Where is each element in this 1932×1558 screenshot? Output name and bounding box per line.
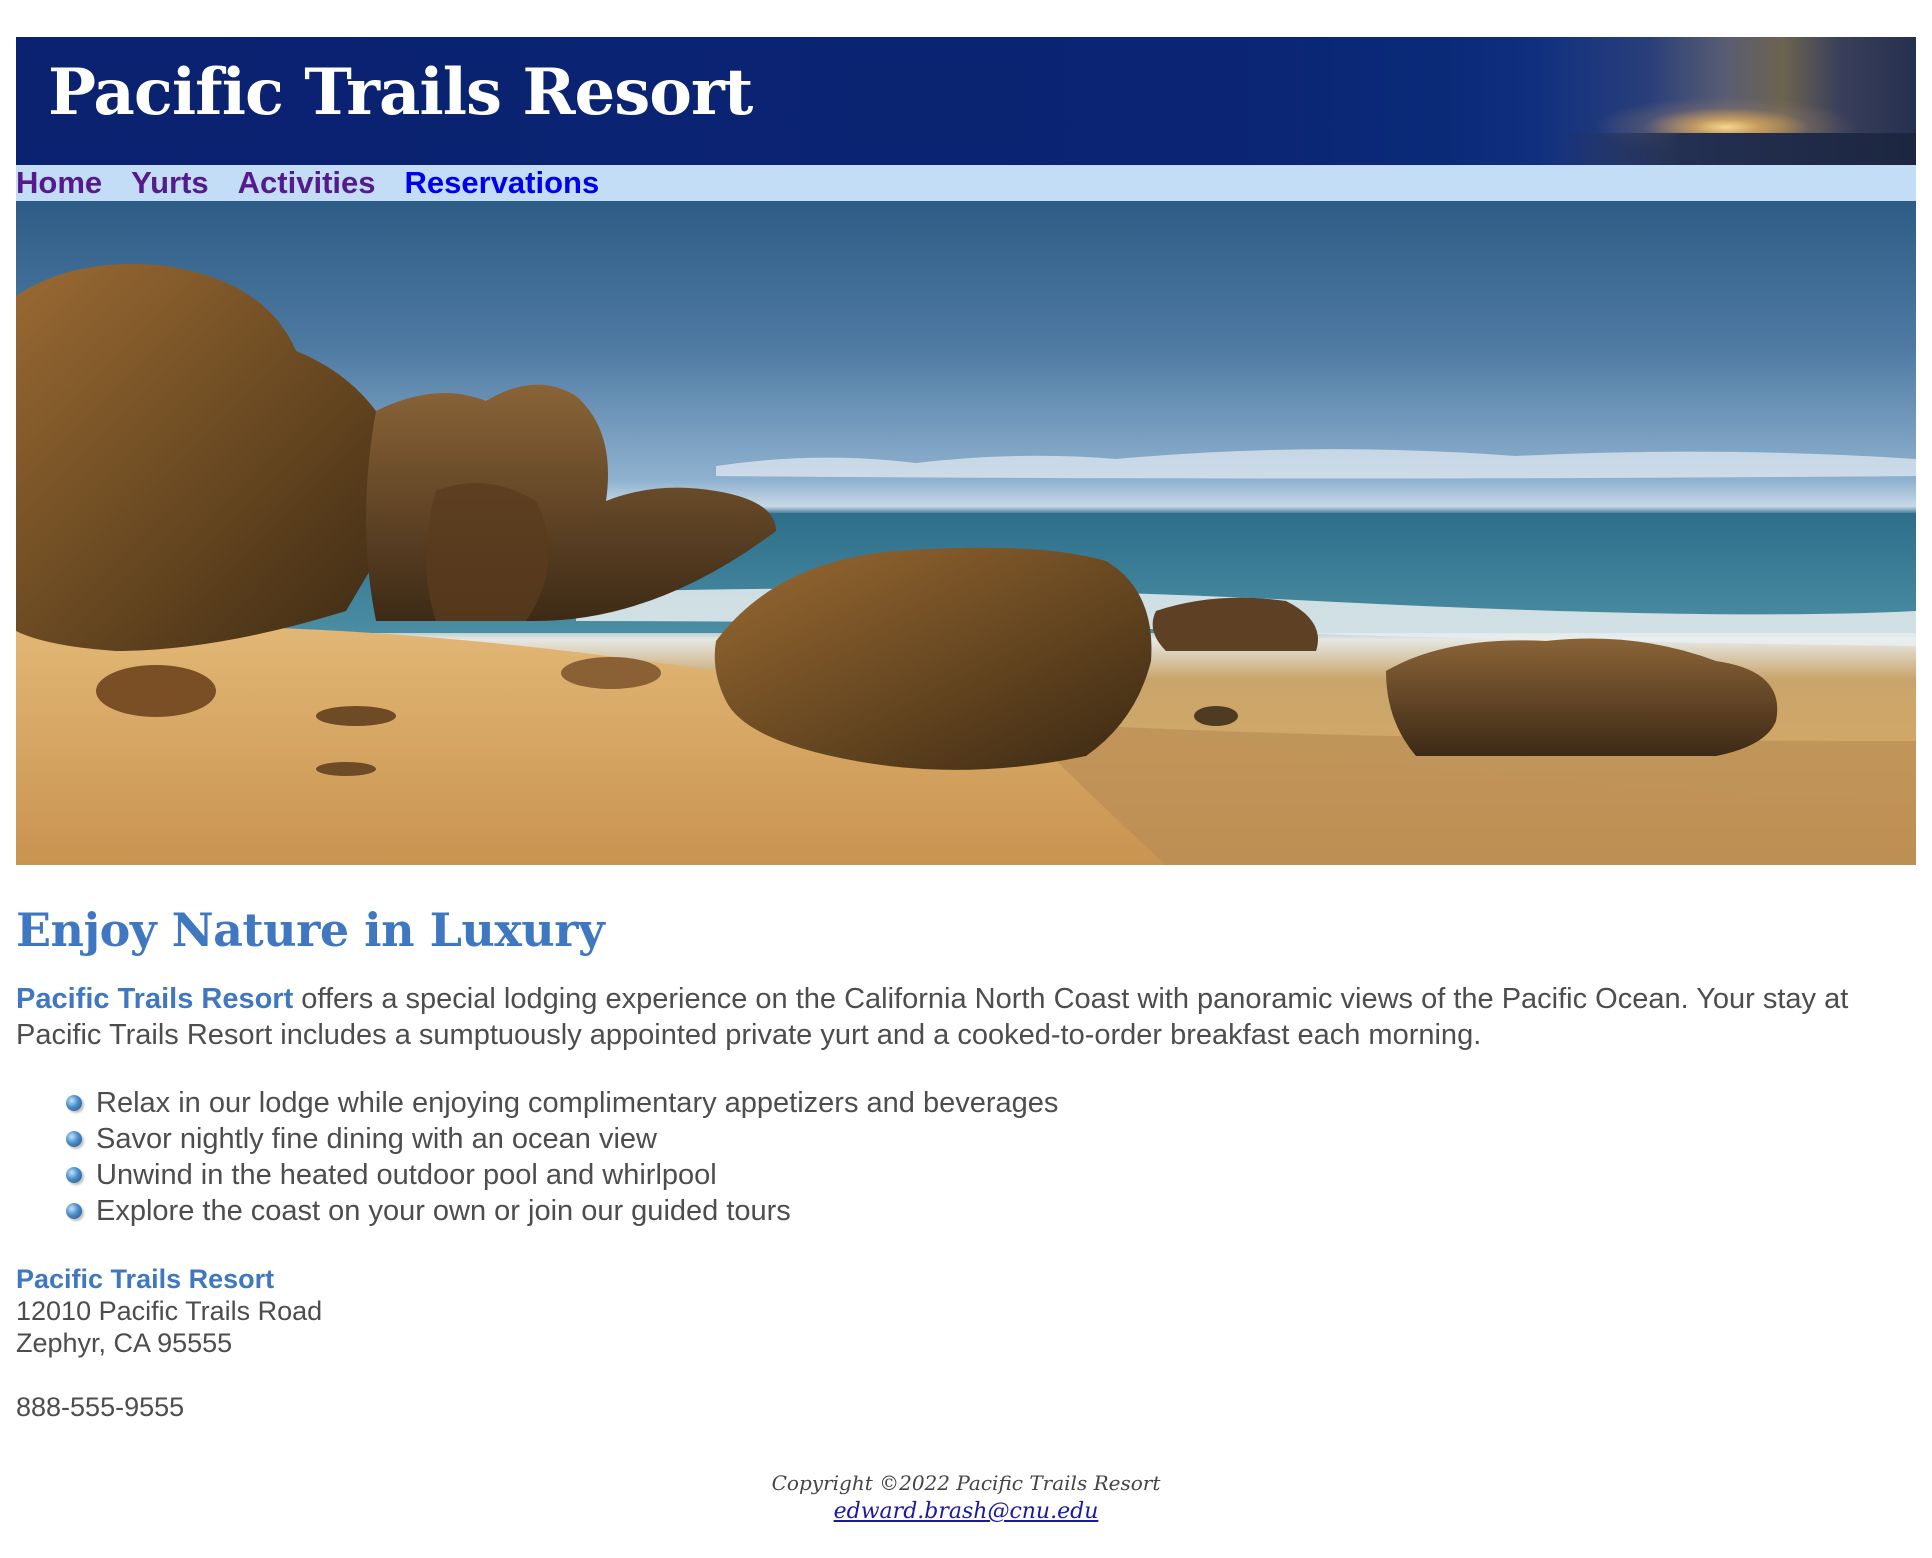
intro-brand-name: Pacific Trails Resort (16, 983, 294, 1015)
contact-block: Pacific Trails Resort 12010 Pacific Trai… (16, 1263, 1916, 1423)
contact-street: 12010 Pacific Trails Road (16, 1296, 323, 1326)
sphere-bullet-icon (66, 1131, 82, 1147)
nav-yurts-link[interactable]: Yurts (131, 165, 209, 201)
hero-image (16, 201, 1916, 865)
copyright-text: Copyright ©2022 Pacific Trails Resort (771, 1471, 1161, 1495)
amenity-text: Relax in our lodge while enjoying compli… (96, 1087, 1059, 1119)
nav-home-link[interactable]: Home (16, 165, 102, 201)
list-item: Savor nightly fine dining with an ocean … (66, 1121, 1916, 1157)
intro-paragraph: Pacific Trails Resort offers a special l… (16, 981, 1916, 1053)
page-wrapper: Pacific Trails Resort Home Yurts Activit… (16, 37, 1916, 1526)
main-nav: Home Yurts Activities Reservations (16, 165, 1916, 201)
page-heading: Enjoy Nature in Luxury (16, 903, 605, 957)
amenity-text: Savor nightly fine dining with an ocean … (96, 1123, 657, 1155)
nav-activities-link[interactable]: Activities (238, 165, 376, 201)
sphere-bullet-icon (66, 1095, 82, 1111)
list-item: Explore the coast on your own or join ou… (66, 1193, 1916, 1229)
contact-name: Pacific Trails Resort (16, 1264, 275, 1294)
footer-email-link[interactable]: edward.brash@cnu.edu (834, 1499, 1099, 1524)
sphere-bullet-icon (66, 1167, 82, 1183)
site-footer: Copyright ©2022 Pacific Trails Resort ed… (16, 1469, 1916, 1526)
nav-reservations-link[interactable]: Reservations (405, 165, 600, 201)
list-item: Unwind in the heated outdoor pool and wh… (66, 1157, 1916, 1193)
sphere-bullet-icon (66, 1203, 82, 1219)
site-title: Pacific Trails Resort (48, 55, 753, 130)
main-content: Enjoy Nature in Luxury Pacific Trails Re… (16, 865, 1916, 1423)
contact-phone: 888-555-9555 (16, 1392, 185, 1422)
sunset-horizon (1556, 133, 1916, 165)
contact-city: Zephyr, CA 95555 (16, 1328, 233, 1358)
amenities-list: Relax in our lodge while enjoying compli… (16, 1085, 1916, 1229)
list-item: Relax in our lodge while enjoying compli… (66, 1085, 1916, 1121)
coastal-beach-photo (16, 264, 1916, 865)
amenity-text: Unwind in the heated outdoor pool and wh… (96, 1159, 717, 1191)
amenity-text: Explore the coast on your own or join ou… (96, 1195, 791, 1227)
site-header: Pacific Trails Resort (16, 37, 1916, 165)
